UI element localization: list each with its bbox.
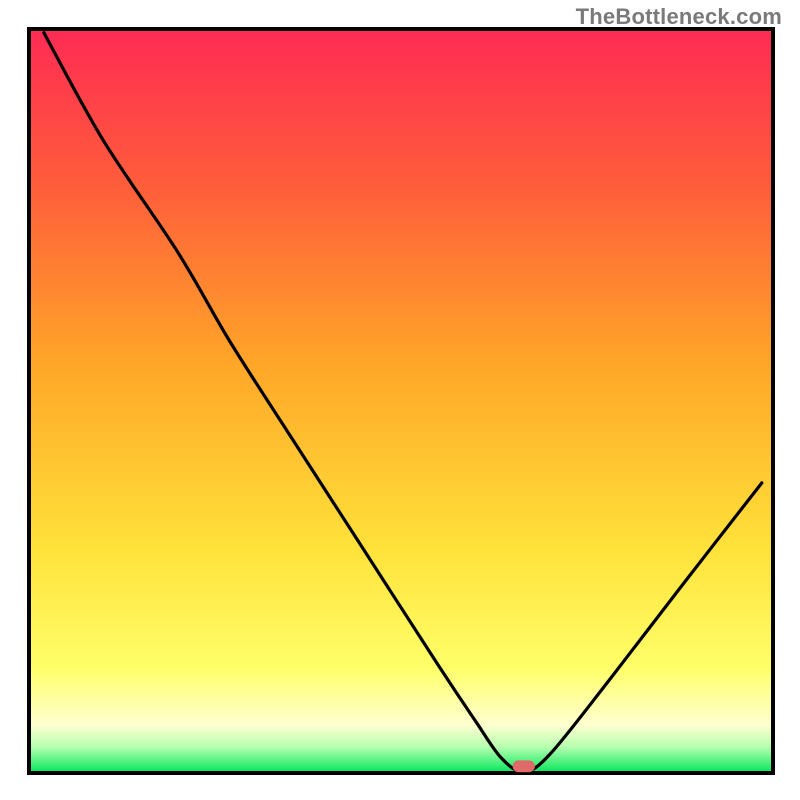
- plot-background: [29, 29, 773, 773]
- bottleneck-chart: [0, 0, 800, 800]
- min-point-marker: [513, 760, 535, 772]
- watermark-text: TheBottleneck.com: [576, 4, 782, 30]
- chart-container: TheBottleneck.com: [0, 0, 800, 800]
